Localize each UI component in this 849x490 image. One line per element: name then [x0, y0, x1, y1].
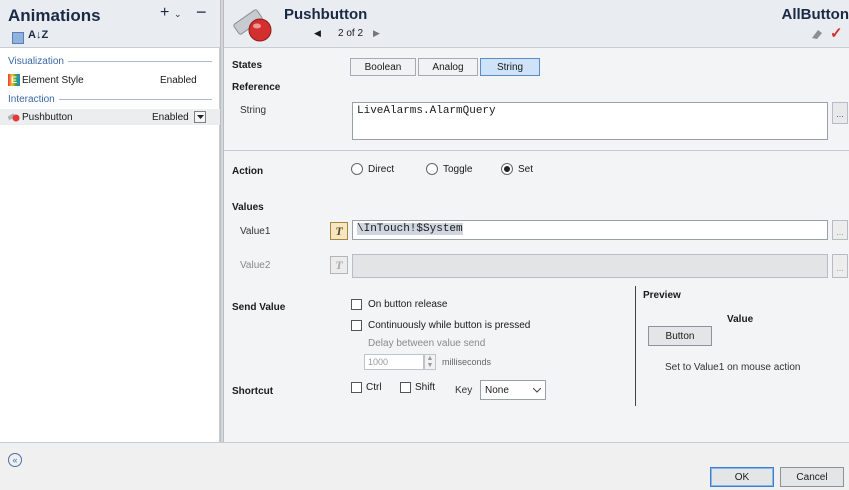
values-label: Values: [232, 202, 264, 213]
radio-circle[interactable]: [351, 163, 363, 175]
reference-input[interactable]: LiveAlarms.AlarmQuery: [352, 102, 828, 140]
previous-icon[interactable]: ◀: [314, 28, 321, 39]
add-animation-button[interactable]: +: [160, 4, 169, 22]
chevron-down-icon[interactable]: [194, 111, 206, 123]
value1-input[interactable]: \InTouch!$System: [352, 220, 828, 240]
tree-item-element-style[interactable]: E Element Style Enabled: [8, 72, 212, 88]
delay-unit: milliseconds: [442, 357, 492, 367]
state-analog-button[interactable]: Analog: [418, 58, 478, 76]
checkbox-label: Shift: [415, 382, 436, 393]
expression-editor-icon: T: [330, 256, 348, 274]
preview-description: Set to Value1 on mouse action: [665, 362, 801, 373]
dialog-footer: « OK Cancel: [0, 442, 849, 490]
next-icon[interactable]: ▶: [373, 28, 380, 39]
group-label: Visualization: [8, 56, 64, 67]
action-direct-radio[interactable]: Direct: [351, 163, 394, 175]
group-visualization: Visualization: [8, 56, 212, 67]
states-label: States: [232, 60, 263, 71]
value2-input: [352, 254, 828, 278]
divider: [67, 61, 212, 62]
animations-header: Animations + ⌄ − A↓Z: [0, 0, 220, 48]
sort-alphabetical-icon[interactable]: A↓Z: [28, 29, 48, 41]
tree-item-label: Pushbutton: [22, 111, 73, 123]
tree-item-label: Element Style: [22, 74, 84, 86]
ok-button[interactable]: OK: [710, 467, 774, 487]
checkbox-box[interactable]: [351, 320, 362, 331]
radio-circle[interactable]: [426, 163, 438, 175]
value2-browse-button: ...: [832, 254, 848, 278]
value1-text: \InTouch!$System: [357, 223, 463, 235]
collapse-panel-icon[interactable]: «: [8, 453, 22, 467]
categorized-view-icon[interactable]: [12, 32, 24, 44]
action-label: Action: [232, 166, 264, 177]
value1-label: Value1: [240, 226, 271, 237]
string-label: String: [240, 105, 267, 116]
send-value-label: Send Value: [232, 302, 286, 313]
shift-checkbox[interactable]: Shift: [400, 382, 435, 393]
state-string-button[interactable]: String: [480, 58, 540, 76]
value1-browse-button[interactable]: ...: [832, 220, 848, 240]
radio-circle[interactable]: [501, 163, 513, 175]
checkbox-box[interactable]: [351, 382, 362, 393]
delay-input: 1000: [364, 354, 424, 370]
radio-label: Direct: [368, 163, 395, 175]
value2-label: Value2: [240, 260, 271, 271]
divider: [224, 150, 849, 151]
key-select[interactable]: None: [480, 380, 546, 400]
delay-label: Delay between value send: [368, 338, 486, 349]
properties-panel: States Boolean Analog String Reference S…: [224, 48, 849, 442]
group-interaction: Interaction: [8, 94, 212, 105]
preview-value-label: Value: [727, 314, 754, 325]
delay-spinner-icon: ▲ ▼: [424, 354, 436, 370]
continuously-checkbox[interactable]: Continuously while button is pressed: [351, 320, 530, 331]
group-label: Interaction: [8, 94, 55, 105]
element-style-icon: E: [8, 74, 20, 86]
reference-browse-button[interactable]: ...: [832, 102, 848, 124]
checkbox-label: Continuously while button is pressed: [368, 320, 531, 331]
cancel-button[interactable]: Cancel: [780, 467, 844, 487]
preview-button[interactable]: Button: [648, 326, 712, 346]
checkbox-box[interactable]: [351, 299, 362, 310]
shortcut-label: Shortcut: [232, 386, 274, 397]
key-select-value: None: [485, 384, 509, 396]
divider: [58, 99, 212, 100]
tree-item-status: Enabled: [152, 111, 189, 123]
pushbutton-large-icon: [232, 6, 276, 44]
preview-label: Preview: [643, 290, 681, 301]
element-name: AllButton: [781, 6, 849, 23]
checkbox-box[interactable]: [400, 382, 411, 393]
radio-label: Toggle: [443, 163, 473, 175]
pager-text: 2 of 2: [338, 28, 364, 39]
animations-title: Animations: [8, 6, 101, 25]
tree-item-pushbutton[interactable]: Pushbutton Enabled: [0, 109, 220, 125]
tree-item-status: Enabled: [160, 74, 197, 86]
checkbox-label: On button release: [368, 299, 448, 310]
validate-check-icon[interactable]: ✓: [830, 24, 843, 42]
properties-header: Pushbutton ◀ 2 of 2 ▶ AllButton ✓: [224, 0, 849, 48]
action-toggle-radio[interactable]: Toggle: [426, 163, 472, 175]
animations-list: Visualization E Element Style Enabled In…: [0, 48, 220, 442]
action-set-radio[interactable]: Set: [501, 163, 533, 175]
animation-title: Pushbutton: [284, 6, 368, 23]
preview-divider: [635, 286, 636, 406]
chevron-down-icon: [532, 385, 542, 396]
ctrl-checkbox[interactable]: Ctrl: [351, 382, 382, 393]
state-boolean-button[interactable]: Boolean: [350, 58, 416, 76]
reference-label: Reference: [232, 82, 281, 93]
pushbutton-icon: [7, 112, 20, 122]
on-release-checkbox[interactable]: On button release: [351, 299, 448, 310]
radio-label: Set: [518, 163, 534, 175]
key-label: Key: [455, 385, 473, 396]
clear-icon[interactable]: [810, 28, 824, 40]
expression-editor-icon[interactable]: T: [330, 222, 348, 240]
checkbox-label: Ctrl: [366, 382, 382, 393]
remove-animation-button[interactable]: −: [196, 2, 207, 23]
add-dropdown-icon[interactable]: ⌄: [174, 9, 182, 20]
